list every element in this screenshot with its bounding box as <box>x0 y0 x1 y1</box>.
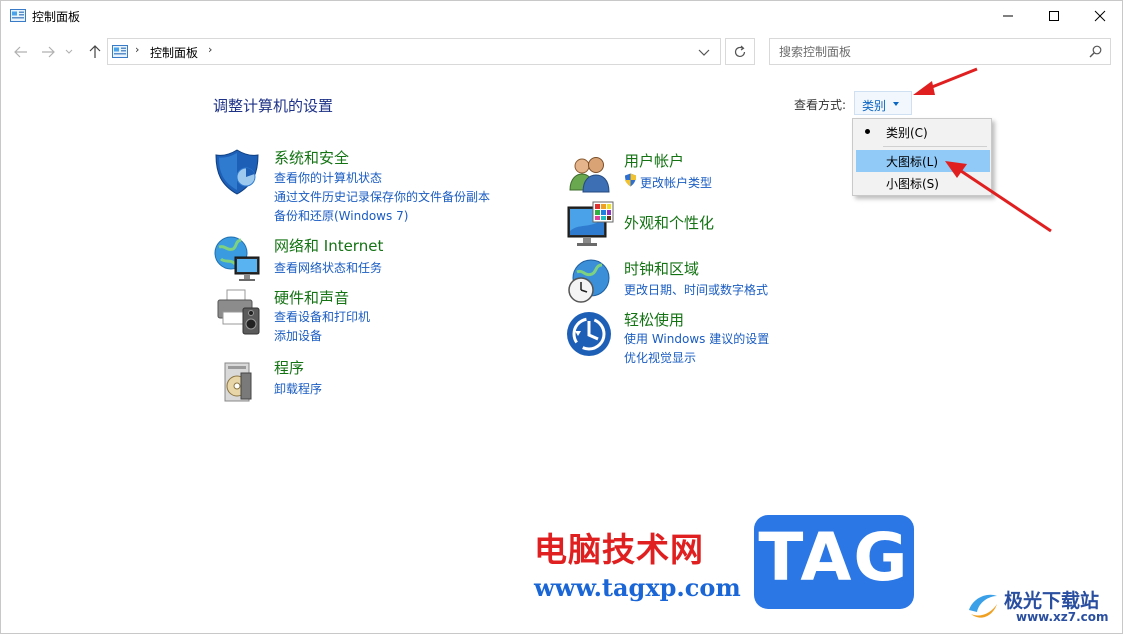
category-title[interactable]: 时钟和区域 <box>624 258 699 279</box>
title-bar: 控制面板 <box>1 1 1122 33</box>
page-title: 调整计算机的设置 <box>213 97 334 115</box>
refresh-button[interactable] <box>725 38 755 65</box>
back-arrow-icon <box>14 46 27 58</box>
recent-locations-button[interactable] <box>63 41 75 63</box>
control-panel-icon <box>10 9 26 22</box>
annotation-arrow-icon <box>913 67 978 95</box>
category-link[interactable]: 更改日期、时间或数字格式 <box>624 281 768 298</box>
uac-shield-icon <box>625 173 636 187</box>
view-by-selected[interactable]: 类别 <box>862 97 886 114</box>
category-title[interactable]: 轻松使用 <box>624 309 684 330</box>
watermark-tag-logo: TAG <box>754 515 914 609</box>
window-title: 控制面板 <box>32 10 81 24</box>
category-network-internet: 网络和 Internet 查看网络状态和任务 <box>213 235 533 285</box>
category-title[interactable]: 外观和个性化 <box>624 212 714 233</box>
category-system-security: 系统和安全 查看你的计算机状态 通过文件历史记录保存你的文件备份副本 备份和还原… <box>213 147 533 227</box>
category-link[interactable]: 通过文件历史记录保存你的文件备份副本 <box>274 188 490 205</box>
breadcrumb-control-panel[interactable]: 控制面板 <box>150 44 198 61</box>
category-link[interactable]: 使用 Windows 建议的设置 <box>624 330 769 347</box>
menu-divider <box>883 146 987 147</box>
category-hardware-sound: 硬件和声音 查看设备和打印机 添加设备 <box>213 286 533 346</box>
shield-icon[interactable] <box>213 147 263 197</box>
breadcrumb-separator-icon[interactable]: › <box>208 43 212 56</box>
close-button[interactable] <box>1077 1 1123 31</box>
watermark-site-name: 极光下载站 <box>1004 590 1100 612</box>
watermark-site-url: www.xz7.com <box>1016 610 1109 624</box>
forward-arrow-icon <box>42 46 55 58</box>
category-link[interactable]: 优化视觉显示 <box>624 349 696 366</box>
category-title[interactable]: 硬件和声音 <box>274 287 349 308</box>
printer-speaker-icon[interactable] <box>213 286 263 336</box>
monitor-palette-icon[interactable] <box>565 201 615 251</box>
category-title[interactable]: 程序 <box>274 357 304 378</box>
minimize-button[interactable] <box>985 1 1031 31</box>
category-ease-of-access: 轻松使用 使用 Windows 建议的设置 优化视觉显示 <box>565 309 845 365</box>
category-clock-region: 时钟和区域 更改日期、时间或数字格式 <box>565 257 845 305</box>
breadcrumb-separator-icon[interactable]: › <box>135 43 139 56</box>
watermark-url: www.tagxp.com <box>534 573 741 602</box>
view-by-dropdown[interactable]: 类别 <box>854 91 912 115</box>
category-programs: 程序 卸载程序 <box>213 357 533 407</box>
menu-item-large-icons[interactable]: 大图标(L) <box>856 150 990 172</box>
search-box[interactable] <box>769 38 1111 65</box>
category-user-accounts: 用户帐户 更改帐户类型 <box>565 150 845 195</box>
category-title[interactable]: 系统和安全 <box>274 147 349 168</box>
bullet-icon <box>865 129 870 134</box>
category-appearance: 外观和个性化 <box>565 201 845 253</box>
programs-disc-icon[interactable] <box>213 357 263 407</box>
ease-of-access-icon[interactable] <box>565 309 615 359</box>
category-link[interactable]: 查看设备和打印机 <box>274 308 370 325</box>
category-title[interactable]: 网络和 Internet <box>274 235 383 256</box>
minimize-icon <box>1003 15 1013 17</box>
maximize-icon <box>1049 11 1059 21</box>
chevron-down-icon[interactable] <box>694 45 714 59</box>
category-link[interactable]: 备份和还原(Windows 7) <box>274 207 408 224</box>
view-by-menu: 类别(C) 大图标(L) 小图标(S) <box>852 118 992 196</box>
control-panel-window: 控制面板 › 控制面板 › 搜索控制面板 调整计算机的设置 查看方式: 类别 系… <box>0 0 1123 634</box>
refresh-icon <box>734 45 746 57</box>
category-link[interactable]: 查看网络状态和任务 <box>274 259 382 276</box>
category-link[interactable]: 添加设备 <box>274 327 322 344</box>
maximize-button[interactable] <box>1031 1 1077 31</box>
category-title[interactable]: 用户帐户 <box>624 150 684 171</box>
category-link[interactable]: 查看你的计算机状态 <box>274 169 382 186</box>
view-by-label: 查看方式: <box>794 98 847 112</box>
menu-item-category[interactable]: 类别(C) <box>856 121 990 143</box>
chevron-down-icon <box>65 49 73 54</box>
control-panel-icon <box>112 45 128 58</box>
caret-down-icon <box>893 102 899 106</box>
up-button[interactable] <box>86 41 104 63</box>
clock-globe-icon[interactable] <box>565 257 615 307</box>
address-bar[interactable]: › 控制面板 › <box>107 38 721 65</box>
close-icon <box>1094 10 1106 22</box>
site-logo-icon <box>969 594 997 618</box>
network-globe-icon[interactable] <box>213 235 263 285</box>
search-input[interactable] <box>770 39 1089 64</box>
menu-item-small-icons[interactable]: 小图标(S) <box>856 172 990 194</box>
users-icon[interactable] <box>565 150 615 200</box>
up-arrow-icon <box>89 45 101 58</box>
forward-button[interactable] <box>39 41 57 63</box>
back-button[interactable] <box>12 41 30 63</box>
watermark-title: 电脑技术网 <box>534 530 704 569</box>
category-link[interactable]: 更改帐户类型 <box>640 174 712 191</box>
search-icon[interactable] <box>1089 45 1102 58</box>
category-link[interactable]: 卸载程序 <box>274 380 322 397</box>
